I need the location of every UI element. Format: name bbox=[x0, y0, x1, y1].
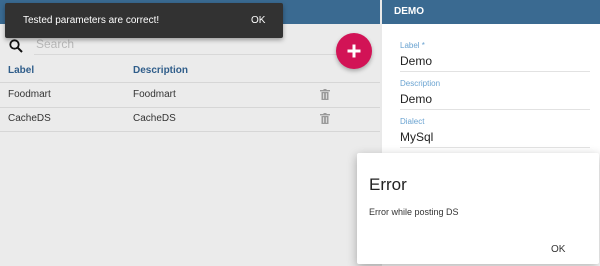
row-description: Foodmart bbox=[133, 89, 176, 100]
snackbar: Tested parameters are correct! OK bbox=[5, 3, 283, 38]
table-row[interactable]: CacheDS CacheDS bbox=[0, 107, 380, 132]
table-row[interactable]: Foodmart Foodmart bbox=[0, 83, 380, 108]
trash-icon[interactable] bbox=[320, 113, 330, 124]
description-field-value[interactable]: Demo bbox=[400, 88, 590, 110]
dialog-message: Error while posting DS bbox=[369, 207, 459, 217]
dialect-field[interactable]: Dialect MySql bbox=[400, 117, 590, 148]
dialog-ok-button[interactable]: OK bbox=[551, 244, 565, 255]
trash-icon[interactable] bbox=[320, 89, 330, 100]
row-description: CacheDS bbox=[133, 113, 176, 124]
label-field-label: Label * bbox=[400, 41, 425, 50]
label-field-value[interactable]: Demo bbox=[400, 50, 590, 72]
dialect-field-label: Dialect bbox=[400, 117, 425, 126]
plus-icon bbox=[347, 44, 361, 58]
dialect-field-value[interactable]: MySql bbox=[400, 126, 590, 148]
column-header-label[interactable]: Label bbox=[8, 65, 34, 76]
dialog-title: Error bbox=[369, 175, 407, 194]
snackbar-message: Tested parameters are correct! bbox=[23, 15, 160, 26]
row-label: CacheDS bbox=[8, 113, 51, 124]
snackbar-ok-button[interactable]: OK bbox=[251, 15, 265, 26]
datasource-list-panel: Label Description Foodmart Foodmart Cach… bbox=[0, 0, 380, 266]
label-field[interactable]: Label * Demo bbox=[400, 41, 590, 72]
column-header-description[interactable]: Description bbox=[133, 65, 188, 76]
error-dialog: Error Error while posting DS OK bbox=[357, 153, 599, 264]
detail-header-bar: DEMO bbox=[382, 0, 600, 24]
description-field-label: Description bbox=[400, 79, 441, 88]
search-icon bbox=[9, 39, 23, 53]
table-header: Label Description bbox=[0, 60, 380, 83]
detail-title: DEMO bbox=[394, 6, 424, 17]
description-field[interactable]: Description Demo bbox=[400, 79, 590, 110]
row-label: Foodmart bbox=[8, 89, 51, 100]
